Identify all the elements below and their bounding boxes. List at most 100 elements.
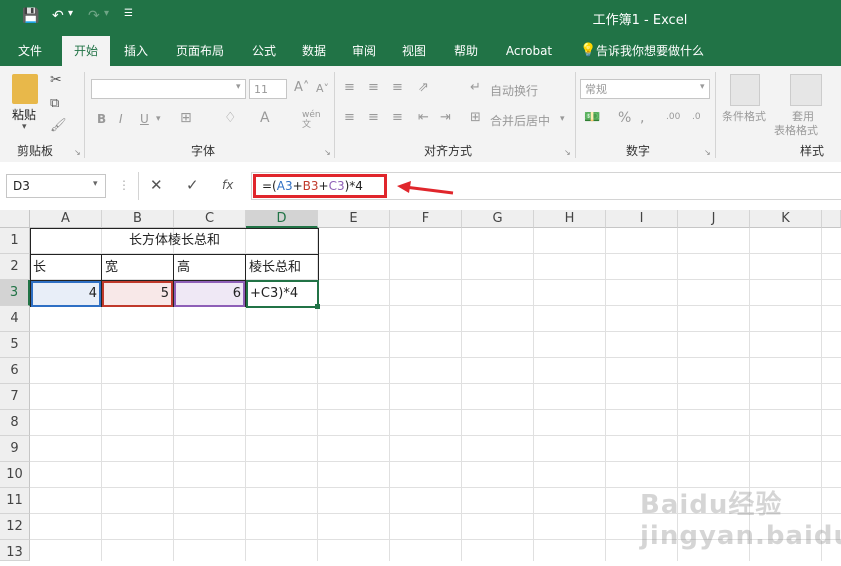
undo-icon[interactable]: ↶ bbox=[52, 8, 64, 24]
font-launcher-icon[interactable]: ↘ bbox=[324, 148, 331, 157]
tell-me-search[interactable]: 告诉我你想要做什么 bbox=[596, 36, 708, 66]
table-title-cell[interactable]: 长方体棱长总和 bbox=[31, 228, 318, 254]
redo-dropdown-icon[interactable]: ▾ bbox=[104, 8, 109, 19]
cut-icon[interactable]: ✂ bbox=[50, 72, 62, 88]
align-top-icon[interactable]: ≡ bbox=[344, 80, 355, 95]
decrease-indent-icon[interactable]: ⇤ bbox=[418, 110, 429, 125]
align-right-icon[interactable]: ≡ bbox=[392, 110, 403, 125]
row-header-2[interactable]: 2 bbox=[0, 254, 30, 280]
copy-icon[interactable]: ⧉ bbox=[50, 96, 59, 111]
comma-style-icon[interactable]: , bbox=[640, 110, 644, 126]
underline-icon[interactable]: U bbox=[140, 112, 149, 126]
conditional-format-button[interactable]: 条件格式 bbox=[722, 108, 766, 124]
fill-handle[interactable] bbox=[315, 304, 320, 309]
row-header-10[interactable]: 10 bbox=[0, 462, 30, 488]
cell-a3[interactable]: 4 bbox=[31, 281, 101, 307]
column-header-k[interactable]: K bbox=[750, 210, 822, 228]
save-icon[interactable]: 💾 bbox=[22, 8, 39, 24]
merge-center-icon[interactable]: ⊞ bbox=[470, 110, 481, 125]
decrease-font-icon[interactable]: A˅ bbox=[316, 82, 329, 95]
number-format-dropdown-icon[interactable]: ▾ bbox=[700, 82, 705, 92]
paste-button-label[interactable]: 粘贴 bbox=[12, 106, 36, 123]
bold-icon[interactable]: B bbox=[97, 112, 106, 126]
conditional-format-icon[interactable] bbox=[730, 74, 760, 106]
formula-bar-drag-handle[interactable]: ⋮ bbox=[118, 178, 130, 192]
merge-center-button[interactable]: 合并后居中 bbox=[490, 112, 550, 129]
align-center-icon[interactable]: ≡ bbox=[368, 110, 379, 125]
tab-home[interactable]: 开始 bbox=[62, 36, 110, 66]
accounting-format-icon[interactable]: 💵 bbox=[584, 110, 600, 125]
increase-font-icon[interactable]: A˄ bbox=[294, 80, 309, 95]
decrease-decimal-icon[interactable]: .0 bbox=[692, 112, 701, 122]
font-name-dropdown-icon[interactable]: ▾ bbox=[236, 82, 241, 92]
tab-insert[interactable]: 插入 bbox=[116, 36, 156, 66]
wrap-text-button[interactable]: 自动换行 bbox=[490, 82, 538, 99]
border-icon[interactable]: ⊞ bbox=[180, 110, 192, 126]
column-header-d[interactable]: D bbox=[246, 210, 318, 228]
tab-data[interactable]: 数据 bbox=[294, 36, 334, 66]
phonetic-guide-icon[interactable]: wén 文 bbox=[302, 110, 321, 130]
column-header-l[interactable] bbox=[822, 210, 841, 228]
insert-function-icon[interactable]: fx bbox=[222, 178, 233, 192]
column-header-c[interactable]: C bbox=[174, 210, 246, 228]
undo-dropdown-icon[interactable]: ▾ bbox=[68, 8, 73, 19]
name-box-dropdown-icon[interactable]: ▾ bbox=[93, 179, 98, 189]
percent-icon[interactable]: % bbox=[618, 110, 631, 126]
enter-icon[interactable]: ✓ bbox=[186, 176, 199, 194]
cell-b2[interactable]: 宽 bbox=[105, 255, 171, 281]
tab-view[interactable]: 视图 bbox=[394, 36, 434, 66]
alignment-launcher-icon[interactable]: ↘ bbox=[564, 148, 571, 157]
row-header-3[interactable]: 3 bbox=[0, 280, 30, 306]
number-format-combo[interactable]: 常规 bbox=[580, 79, 710, 99]
tab-page-layout[interactable]: 页面布局 bbox=[168, 36, 232, 66]
column-header-h[interactable]: H bbox=[534, 210, 606, 228]
cell-a2[interactable]: 长 bbox=[33, 255, 99, 281]
tab-file[interactable]: 文件 bbox=[10, 36, 50, 66]
column-header-e[interactable]: E bbox=[318, 210, 390, 228]
increase-decimal-icon[interactable]: .00 bbox=[666, 112, 680, 122]
name-box[interactable]: D3 bbox=[6, 174, 106, 198]
row-header-11[interactable]: 11 bbox=[0, 488, 30, 514]
font-name-combo[interactable] bbox=[91, 79, 246, 99]
align-bottom-icon[interactable]: ≡ bbox=[392, 80, 403, 95]
row-header-4[interactable]: 4 bbox=[0, 306, 30, 332]
paste-dropdown-icon[interactable]: ▾ bbox=[22, 122, 27, 132]
column-header-f[interactable]: F bbox=[390, 210, 462, 228]
row-header-1[interactable]: 1 bbox=[0, 228, 30, 254]
tab-formulas[interactable]: 公式 bbox=[244, 36, 284, 66]
tab-acrobat[interactable]: Acrobat bbox=[498, 36, 560, 66]
cell-d2[interactable]: 棱长总和 bbox=[249, 255, 317, 281]
align-left-icon[interactable]: ≡ bbox=[344, 110, 355, 125]
number-launcher-icon[interactable]: ↘ bbox=[704, 148, 711, 157]
row-header-7[interactable]: 7 bbox=[0, 384, 30, 410]
cancel-icon[interactable]: ✕ bbox=[150, 176, 163, 194]
align-middle-icon[interactable]: ≡ bbox=[368, 80, 379, 95]
paste-icon[interactable] bbox=[12, 74, 38, 104]
wrap-text-icon[interactable]: ↵ bbox=[470, 80, 481, 95]
select-all-corner[interactable] bbox=[0, 210, 30, 228]
font-color-icon[interactable]: A bbox=[260, 110, 270, 126]
format-painter-icon[interactable]: 🖌 bbox=[50, 118, 67, 133]
font-size-combo[interactable]: 11 bbox=[249, 79, 287, 99]
column-header-g[interactable]: G bbox=[462, 210, 534, 228]
merge-dropdown-icon[interactable]: ▾ bbox=[560, 114, 565, 124]
cell-d3-active[interactable]: +C3)*4 bbox=[246, 280, 319, 308]
format-as-table-label-2[interactable]: 表格格式 bbox=[774, 122, 818, 138]
increase-indent-icon[interactable]: ⇥ bbox=[440, 110, 451, 125]
format-as-table-icon[interactable] bbox=[790, 74, 822, 106]
column-header-b[interactable]: B bbox=[102, 210, 174, 228]
column-header-i[interactable]: I bbox=[606, 210, 678, 228]
cell-b3[interactable]: 5 bbox=[102, 281, 173, 307]
cell-c3[interactable]: 6 bbox=[174, 281, 245, 307]
redo-icon[interactable]: ↷ bbox=[88, 8, 100, 24]
row-header-5[interactable]: 5 bbox=[0, 332, 30, 358]
row-header-12[interactable]: 12 bbox=[0, 514, 30, 540]
italic-icon[interactable]: I bbox=[119, 112, 123, 126]
tab-help[interactable]: 帮助 bbox=[446, 36, 486, 66]
customize-toolbar-icon[interactable]: ☰ bbox=[124, 8, 133, 19]
row-header-8[interactable]: 8 bbox=[0, 410, 30, 436]
column-header-a[interactable]: A bbox=[30, 210, 102, 228]
column-header-j[interactable]: J bbox=[678, 210, 750, 228]
formula-input[interactable]: =(A3+B3+C3)*4 bbox=[253, 174, 387, 198]
row-header-9[interactable]: 9 bbox=[0, 436, 30, 462]
